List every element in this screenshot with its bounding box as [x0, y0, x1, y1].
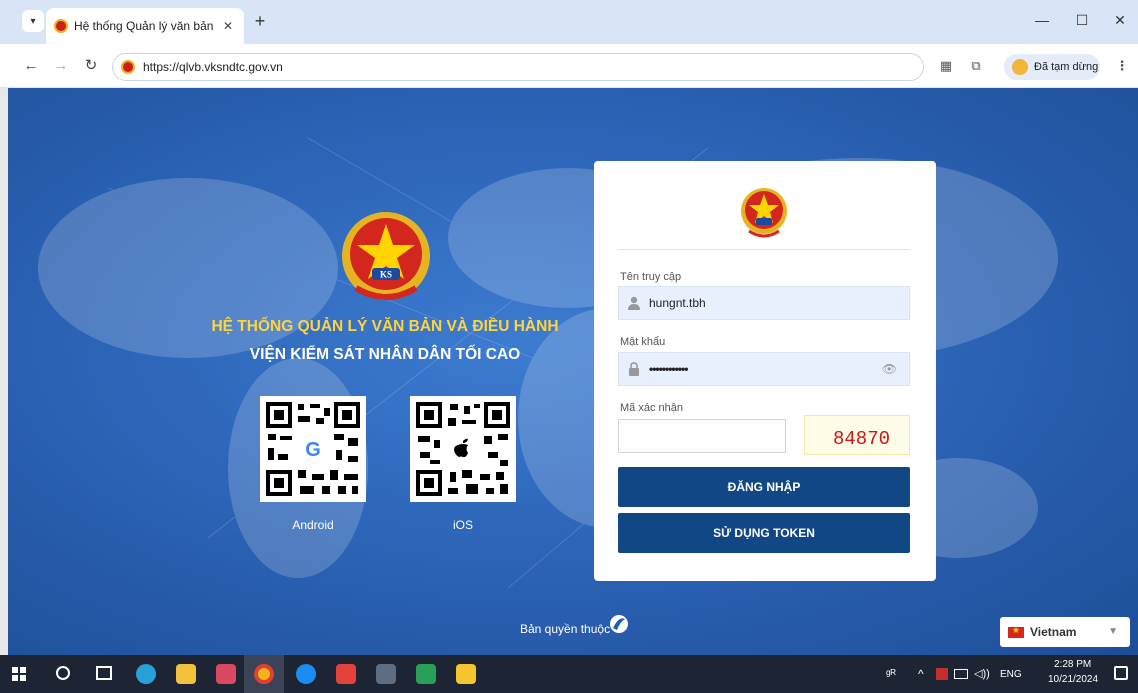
zalo-app-icon[interactable]: [296, 664, 316, 684]
clock-date[interactable]: 10/21/2024: [1048, 674, 1098, 685]
panel-divider: [618, 249, 910, 250]
procuracy-emblem-small-icon: [741, 188, 787, 238]
login-button[interactable]: ĐĂNG NHẬP: [618, 467, 910, 507]
android-label: Android: [292, 518, 334, 532]
vnpt-logo-icon[interactable]: [608, 614, 630, 638]
copyright-text: Bản quyền thuộc: [520, 622, 611, 636]
store-app-icon[interactable]: [216, 664, 236, 684]
site-favicon-icon: [121, 60, 135, 74]
url-text: https://qlvb.vksndtc.gov.vn: [143, 60, 283, 74]
browser-menu-icon[interactable]: ⋮: [1112, 56, 1132, 76]
dropdown-arrow-icon: ▼: [1108, 626, 1118, 637]
password-field[interactable]: •••••••••••• 👁: [618, 352, 910, 386]
clock-time[interactable]: 2:28 PM: [1054, 659, 1091, 670]
show-password-eye-icon[interactable]: 👁: [882, 362, 897, 376]
avatar: [1012, 59, 1028, 75]
notifications-icon[interactable]: [1114, 666, 1128, 680]
username-value: hungnt.tbh: [649, 296, 706, 310]
ios-qr-code[interactable]: [410, 396, 516, 502]
captcha-input[interactable]: [618, 419, 786, 453]
antivirus-tray-icon[interactable]: [936, 668, 948, 680]
browser-toolbar: ← → ↻ https://qlvb.vksndtc.gov.vn ▦ ⧉ Đã…: [0, 44, 1138, 88]
new-tab-button[interactable]: +: [250, 12, 270, 32]
file-explorer-icon[interactable]: [176, 664, 196, 684]
extensions-puzzle-icon[interactable]: ⧉: [966, 56, 986, 76]
captcha-image[interactable]: 84870: [804, 415, 910, 455]
login-page-background: [8, 88, 1138, 655]
profile-button[interactable]: Đã tạm dừng: [1004, 54, 1100, 80]
password-value: ••••••••••••: [649, 362, 688, 376]
task-view-icon[interactable]: [96, 666, 112, 680]
volume-icon[interactable]: ◁)): [974, 667, 990, 680]
android-qr-code[interactable]: G: [260, 396, 366, 502]
tray-chevron-up-icon[interactable]: ^: [918, 667, 924, 681]
search-icon[interactable]: [56, 666, 70, 680]
world-map-background: [38, 137, 1058, 589]
window-left-edge: [0, 88, 8, 655]
vietnam-flag-icon: [1008, 625, 1024, 638]
site-favicon-icon: [54, 19, 68, 33]
tab-title: Hệ thống Quản lý văn bản và đ: [74, 19, 216, 33]
profile-status-label: Đã tạm dừng: [1034, 61, 1099, 73]
captcha-text: 84870: [833, 428, 890, 450]
excel-app-icon[interactable]: [416, 664, 436, 684]
address-bar[interactable]: https://qlvb.vksndtc.gov.vn: [112, 53, 924, 81]
username-field[interactable]: hungnt.tbh: [618, 286, 910, 320]
language-selected-label: Vietnam: [1030, 625, 1077, 639]
edge-browser-icon[interactable]: [136, 664, 156, 684]
calendar-extension-icon[interactable]: ▦: [936, 56, 956, 76]
tab-close-icon[interactable]: ✕: [220, 19, 236, 33]
back-arrow-icon[interactable]: ←: [20, 55, 42, 77]
password-label: Mật khẩu: [620, 336, 666, 348]
lock-icon: [619, 352, 649, 386]
keyboard-language[interactable]: ENG: [1000, 669, 1022, 680]
browser-tab-strip: ▾ Hệ thống Quản lý văn bản và đ ✕ + — ☐ …: [0, 0, 1138, 44]
ios-label: iOS: [452, 518, 473, 532]
username-label: Tên truy cập: [620, 271, 682, 283]
forward-arrow-icon[interactable]: →: [50, 55, 72, 77]
system-title: HỆ THỐNG QUẢN LÝ VĂN BẢN VÀ ĐIỀU HÀNH: [211, 318, 559, 335]
use-token-button[interactable]: SỬ DỤNG TOKEN: [618, 513, 910, 553]
language-select[interactable]: Vietnam ▼: [1000, 617, 1130, 647]
network-icon[interactable]: [954, 669, 968, 679]
login-panel: Tên truy cập hungnt.tbh Mật khẩu •••••••…: [594, 161, 936, 581]
close-window-button[interactable]: ✕: [1110, 10, 1130, 30]
maximize-button[interactable]: ☐: [1072, 10, 1092, 30]
sticky-notes-icon[interactable]: [456, 664, 476, 684]
reload-icon[interactable]: ↻: [80, 55, 102, 77]
user-icon: [619, 286, 649, 320]
emblem-text: KS: [380, 270, 392, 280]
browser-tab[interactable]: Hệ thống Quản lý văn bản và đ ✕: [46, 8, 244, 44]
chrome-browser-icon[interactable]: [254, 664, 274, 684]
google-g-icon: G: [305, 439, 321, 461]
procuracy-emblem-icon: KS: [342, 212, 430, 300]
paint-app-icon[interactable]: [376, 664, 396, 684]
windows-start-icon[interactable]: [12, 667, 26, 681]
tab-search-chevron-icon[interactable]: ▾: [22, 10, 44, 32]
organization-name: VIỆN KIỂM SÁT NHÂN DÂN TỐI CAO: [249, 346, 521, 363]
people-icon[interactable]: ᵍᴿ: [886, 667, 896, 681]
captcha-label: Mã xác nhận: [620, 402, 683, 414]
minimize-button[interactable]: —: [1032, 10, 1052, 30]
pdf-app-icon[interactable]: [336, 664, 356, 684]
screen: ▾ Hệ thống Quản lý văn bản và đ ✕ + — ☐ …: [0, 0, 1138, 693]
windows-taskbar: ᵍᴿ ^ ◁)) ENG 2:28 PM 10/21/2024: [0, 655, 1138, 693]
